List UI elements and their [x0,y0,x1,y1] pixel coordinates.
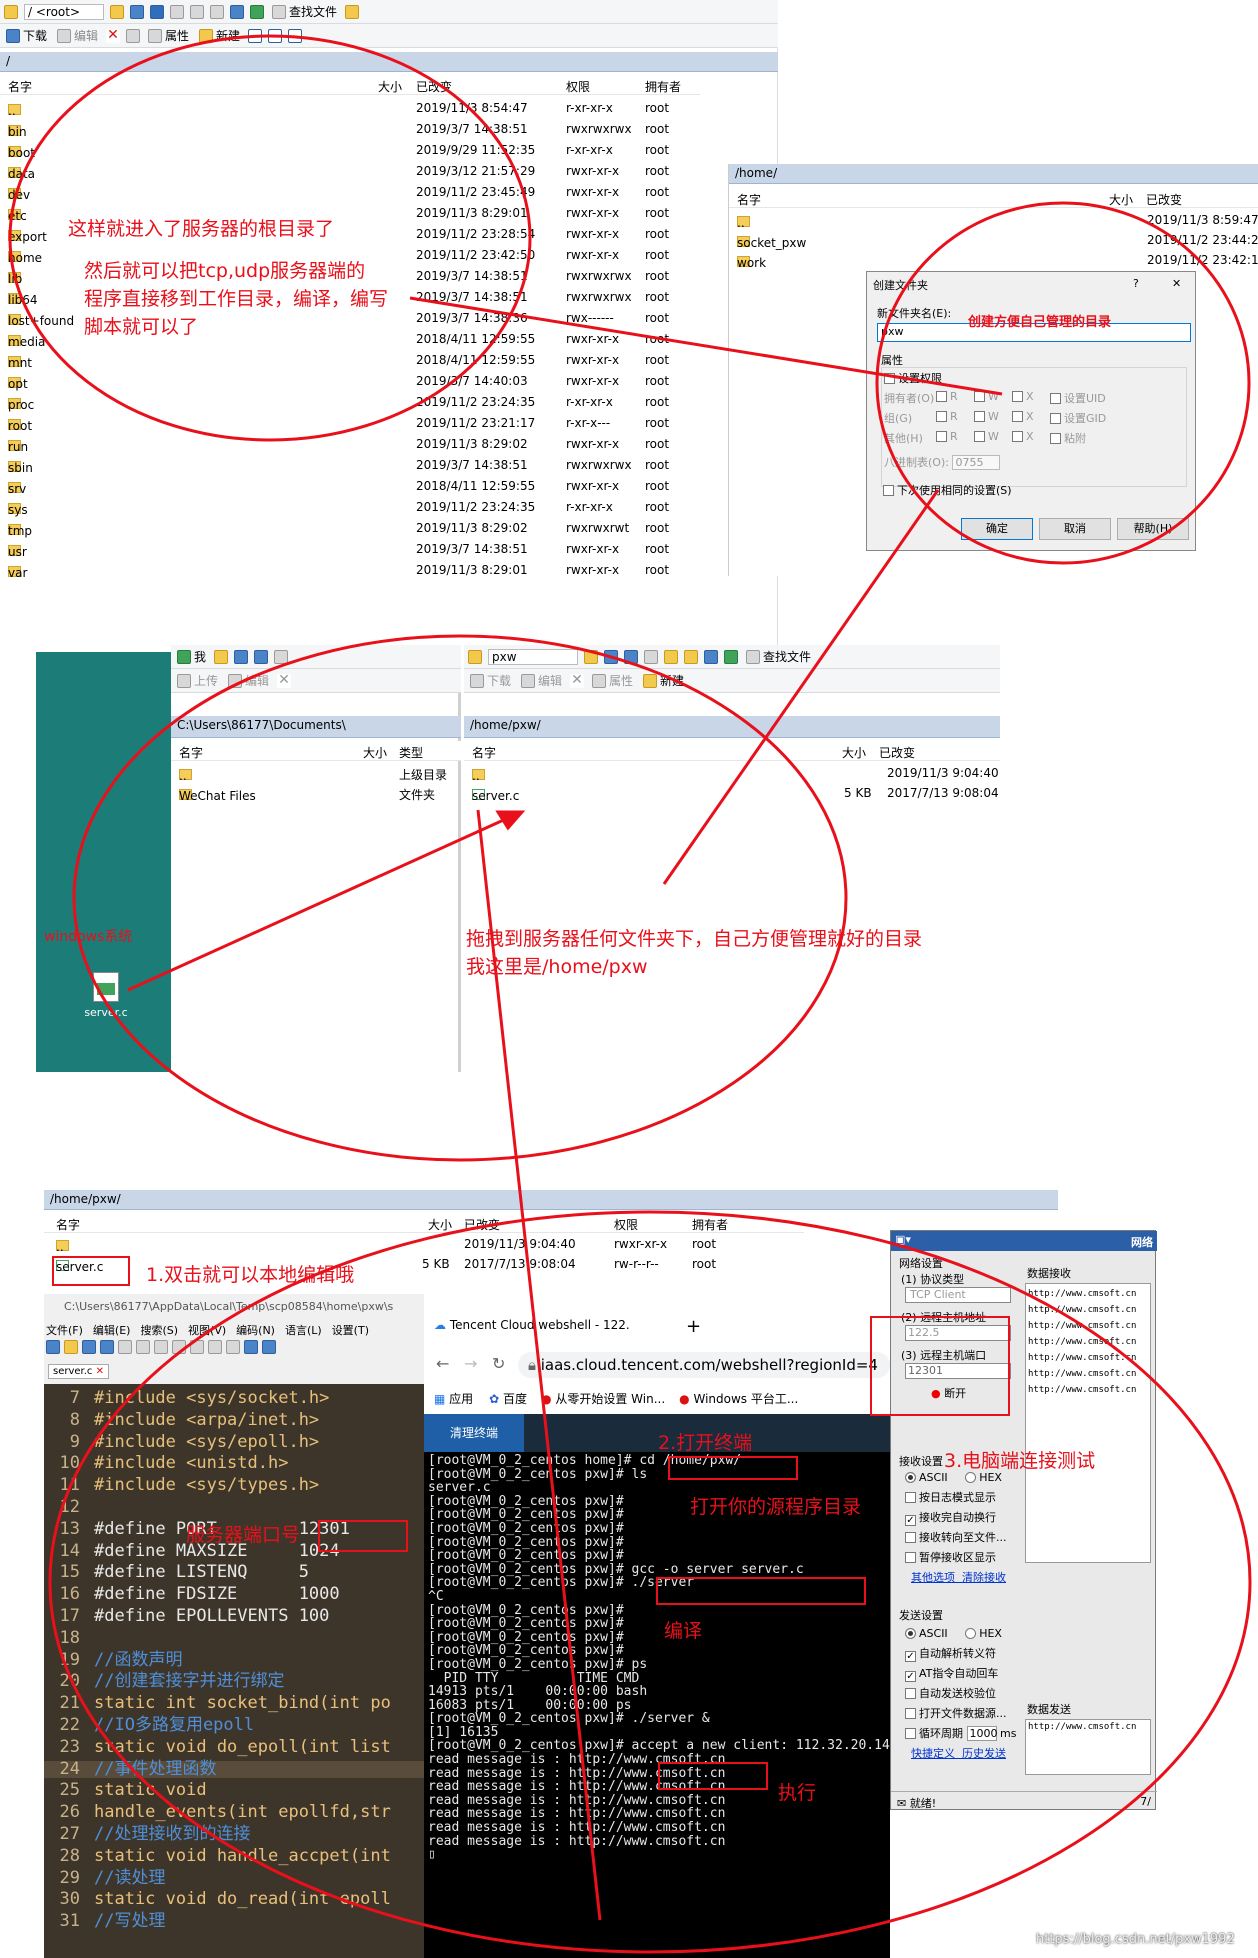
cd-command-highlight [668,1456,798,1480]
annotation-src-dir: 打开你的源程序目录 [690,1496,862,1518]
annotation-compile: 编译 [664,1620,703,1642]
arrow-dialog-to-pxw [662,489,940,885]
annotation-line3: 脚本就可以了 [84,316,199,338]
bottom-ellipse [48,1210,1252,1954]
annotation-dblclick: 1.双击就可以本地编辑哦 [146,1264,355,1286]
annotation-root-dir: 这样就进入了服务器的根目录了 [68,218,335,240]
annotation-connect: 3.电脑端连接测试 [944,1450,1096,1472]
annotation-create-dir: 创建方便自己管理的目录 [968,315,1112,330]
arrowhead [495,810,526,831]
middle-ellipse [72,634,848,1162]
annotation-execute: 执行 [778,1782,817,1804]
annotation-line1: 然后就可以把tcp,udp服务器端的 [84,260,366,282]
watermark: https://blog.csdn.net/pxw1992 [1036,1932,1235,1947]
port-highlight [318,1520,408,1552]
arrow-home-to-dialog [409,296,1003,396]
gcc-command-highlight [656,1577,866,1605]
annotation-windows: windows系统 [44,929,133,945]
arrow-desktop-to-server [127,816,509,992]
annotation-port: 服务器端口号 [186,1524,301,1546]
host-port-highlight [870,1316,1010,1416]
annotation-terminal: 2.打开终端 [658,1432,753,1454]
server-c-highlight [52,1256,130,1286]
annotation-line2: 程序直接移到工作目录，编译，编写 [84,288,389,310]
annotation-drag: 拖拽到服务器任何文件夹下，自己方便管理就好的目录 [466,928,923,950]
run-command-highlight [658,1762,768,1790]
annotation-path: 我这里是/home/pxw [466,956,648,978]
